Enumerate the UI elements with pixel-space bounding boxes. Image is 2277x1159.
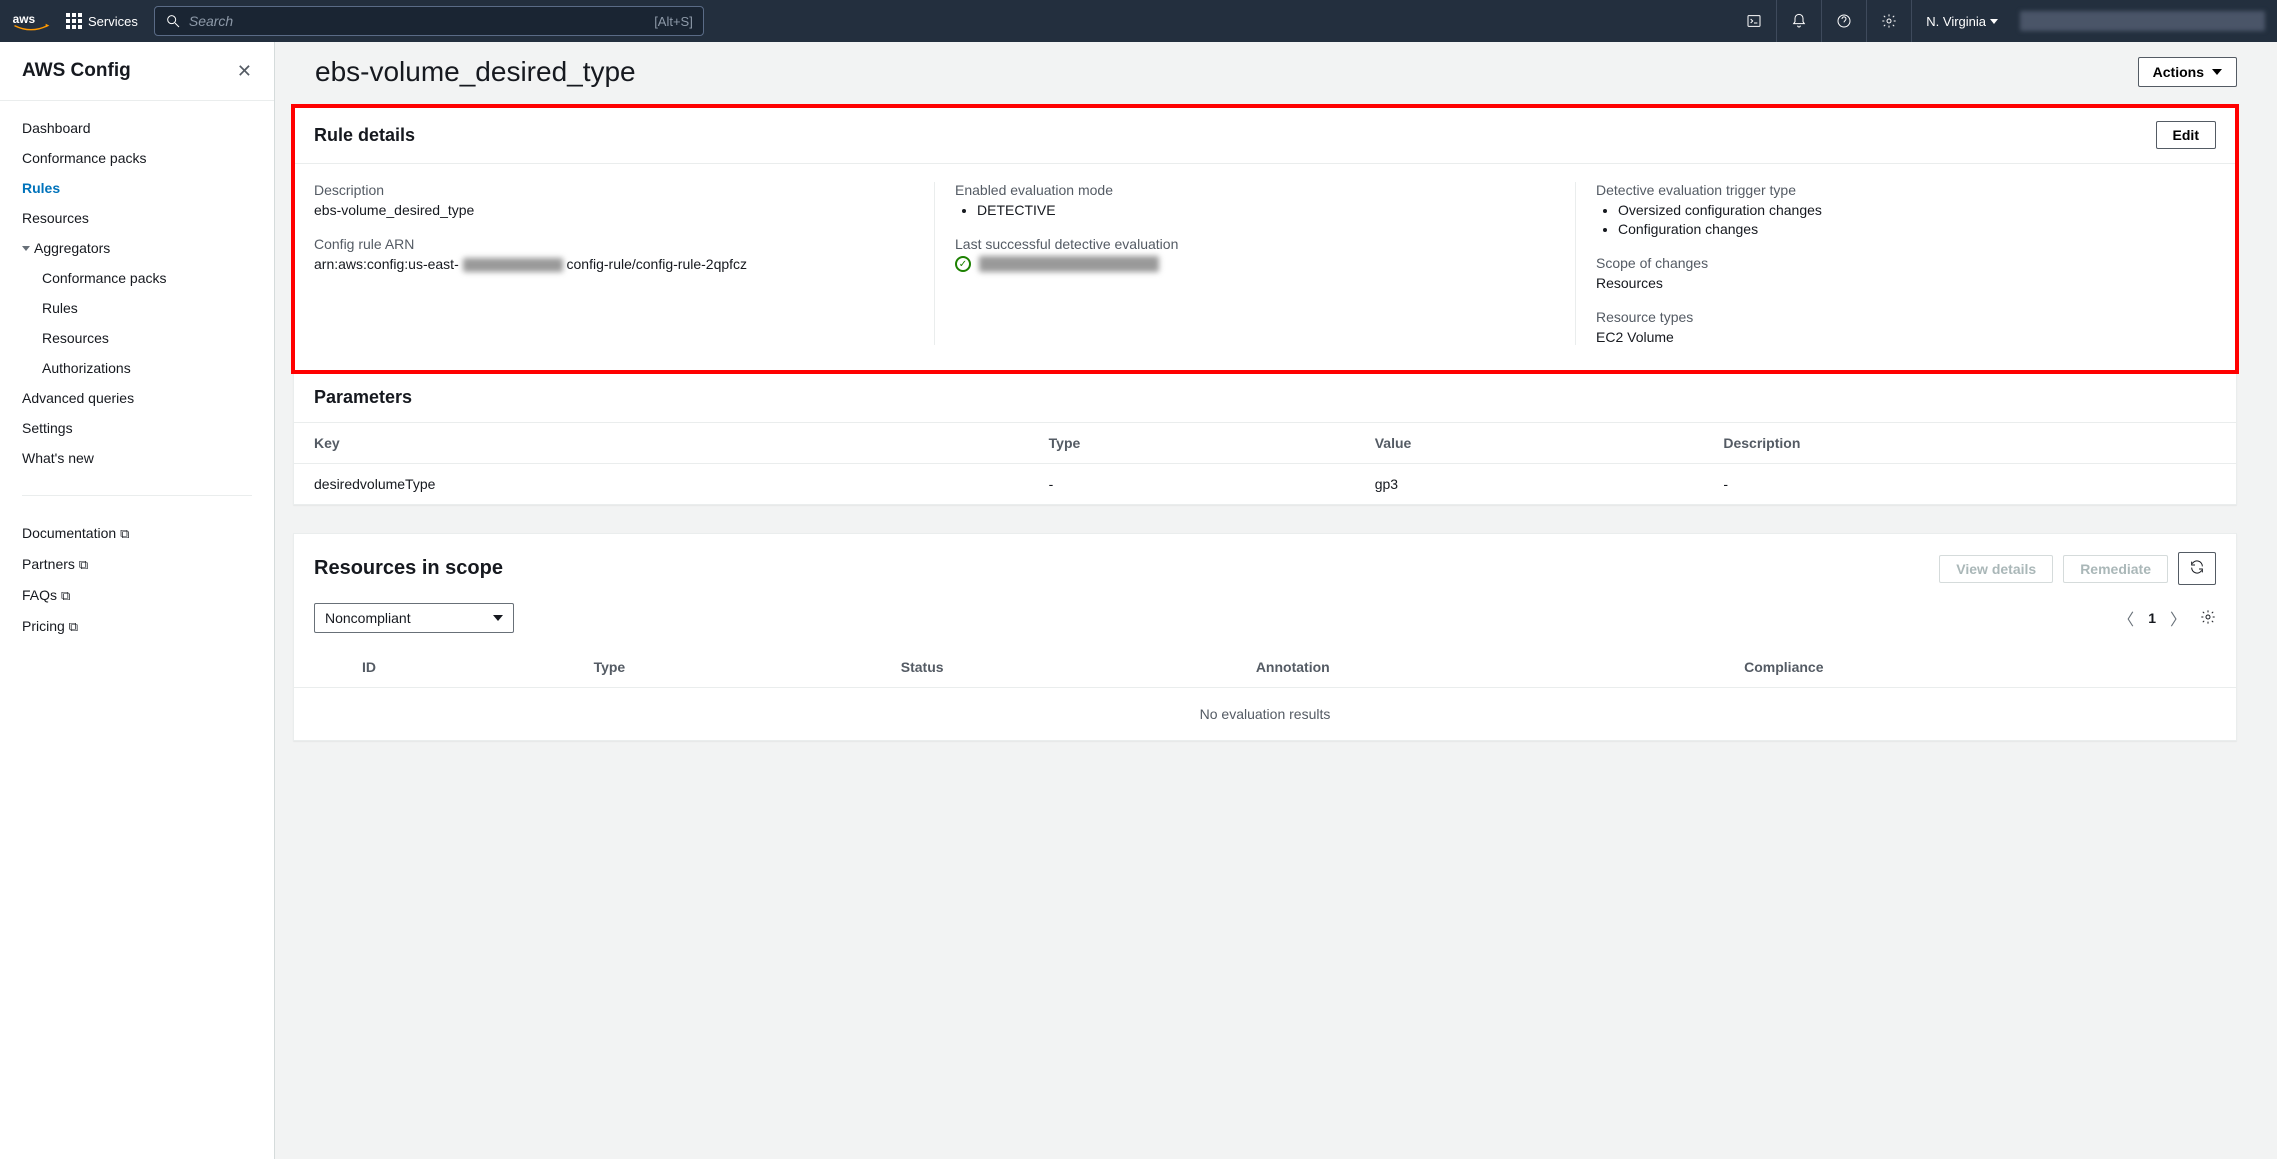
sidebar-item-agg-conformance-packs[interactable]: Conformance packs (0, 263, 274, 293)
rule-details-panel: Rule details Edit Description ebs-volume… (293, 106, 2237, 372)
sidebar-title: AWS Config (22, 60, 131, 82)
parameters-table: Key Type Value Description desiredvolume… (294, 423, 2236, 504)
cloudshell-icon (1746, 13, 1762, 29)
sidebar-item-rules[interactable]: Rules (0, 173, 274, 203)
col-value: Value (1355, 423, 1704, 464)
parameters-panel: Parameters Key Type Value Description de… (293, 372, 2237, 505)
eval-mode-value: DETECTIVE (955, 202, 1555, 218)
help-button[interactable] (1821, 0, 1866, 42)
arn-redacted (463, 258, 563, 272)
sidebar-item-conformance-packs[interactable]: Conformance packs (0, 143, 274, 173)
col-type: Type (1029, 423, 1355, 464)
grid-icon (66, 13, 82, 29)
aws-logo[interactable]: aws (12, 10, 50, 32)
rule-details-header: Rule details (314, 125, 415, 146)
settings-button[interactable] (1866, 0, 1911, 42)
description-value: ebs-volume_desired_type (314, 202, 914, 218)
resources-panel: Resources in scope View details Remediat… (293, 533, 2237, 741)
sidebar-item-resources[interactable]: Resources (0, 203, 274, 233)
arn-label: Config rule ARN (314, 236, 914, 252)
actions-button[interactable]: Actions (2138, 57, 2237, 87)
sidebar-item-authorizations[interactable]: Authorizations (0, 353, 274, 383)
page-number: 1 (2148, 610, 2156, 626)
restypes-label: Resource types (1596, 309, 2196, 325)
external-link-icon: ⧉ (61, 588, 70, 603)
edit-button[interactable]: Edit (2156, 121, 2216, 149)
sidebar-item-agg-resources[interactable]: Resources (0, 323, 274, 353)
caret-down-icon (493, 615, 503, 621)
top-nav: aws Services [Alt+S] N. Virginia (0, 0, 2277, 42)
next-page-button[interactable]: 〉 (2170, 606, 2186, 630)
col-compliance: Compliance (1724, 647, 2236, 688)
col-status: Status (881, 647, 1236, 688)
sidebar-item-agg-rules[interactable]: Rules (0, 293, 274, 323)
arn-value: arn:aws:config:us-east- config-rule/conf… (314, 256, 914, 272)
parameters-header: Parameters (314, 387, 412, 408)
col-annotation: Annotation (1236, 647, 1724, 688)
region-selector[interactable]: N. Virginia (1911, 0, 2012, 42)
description-label: Description (314, 182, 914, 198)
col-type: Type (574, 647, 881, 688)
sidebar-item-documentation[interactable]: Documentation⧉ (0, 518, 274, 549)
table-row: desiredvolumeType - gp3 - (294, 464, 2236, 505)
services-label: Services (88, 14, 138, 29)
sidebar-item-settings[interactable]: Settings (0, 413, 274, 443)
refresh-button[interactable] (2178, 552, 2216, 585)
scope-label: Scope of changes (1596, 255, 2196, 271)
sidebar-item-faqs[interactable]: FAQs⧉ (0, 580, 274, 611)
refresh-icon (2189, 559, 2205, 575)
external-link-icon: ⧉ (69, 619, 78, 634)
close-sidebar-button[interactable]: ✕ (237, 61, 252, 82)
gear-icon (2200, 609, 2216, 625)
sidebar-item-pricing[interactable]: Pricing⧉ (0, 611, 274, 642)
remediate-button[interactable]: Remediate (2063, 555, 2168, 583)
sidebar: AWS Config ✕ Dashboard Conformance packs… (0, 42, 275, 1159)
pagination: 〈 1 〉 (2118, 606, 2216, 630)
region-label: N. Virginia (1926, 14, 1986, 29)
col-id: ID (342, 647, 574, 688)
table-settings-button[interactable] (2200, 609, 2216, 628)
svg-text:aws: aws (13, 12, 36, 26)
search-icon (165, 13, 181, 29)
last-eval-redacted (979, 256, 1159, 272)
services-menu[interactable]: Services (58, 7, 146, 35)
eval-mode-label: Enabled evaluation mode (955, 182, 1555, 198)
sidebar-item-partners[interactable]: Partners⧉ (0, 549, 274, 580)
sidebar-item-whats-new[interactable]: What's new (0, 443, 274, 473)
search-shortcut: [Alt+S] (654, 14, 693, 29)
trigger-label: Detective evaluation trigger type (1596, 182, 2196, 198)
cloudshell-button[interactable] (1732, 0, 1776, 42)
bell-icon (1791, 13, 1807, 29)
external-link-icon: ⧉ (120, 526, 129, 541)
sidebar-item-aggregators[interactable]: Aggregators (0, 233, 274, 263)
main-content: ebs-volume_desired_type Actions Rule det… (275, 42, 2277, 1159)
col-description: Description (1703, 423, 2236, 464)
prev-page-button[interactable]: 〈 (2118, 606, 2134, 630)
gear-icon (1881, 13, 1897, 29)
resources-header: Resources in scope (314, 557, 503, 580)
search-box[interactable]: [Alt+S] (154, 6, 704, 36)
page-title: ebs-volume_desired_type (315, 56, 636, 88)
help-icon (1836, 13, 1852, 29)
sidebar-item-dashboard[interactable]: Dashboard (0, 113, 274, 143)
resources-table: ID Type Status Annotation Compliance No … (294, 647, 2236, 740)
col-key: Key (294, 423, 1029, 464)
account-menu[interactable] (2020, 11, 2265, 31)
empty-state: No evaluation results (294, 688, 2236, 741)
caret-down-icon (2212, 69, 2222, 75)
view-details-button[interactable]: View details (1939, 555, 2053, 583)
search-input[interactable] (189, 13, 646, 29)
restypes-value: EC2 Volume (1596, 329, 2196, 345)
external-link-icon: ⧉ (79, 557, 88, 572)
last-eval-label: Last successful detective evaluation (955, 236, 1555, 252)
last-eval-value: ✓ (955, 256, 1555, 272)
success-icon: ✓ (955, 256, 971, 272)
trigger-value: Oversized configuration changes Configur… (1596, 202, 2196, 237)
caret-down-icon (1990, 19, 1998, 24)
sidebar-item-advanced-queries[interactable]: Advanced queries (0, 383, 274, 413)
caret-down-icon (22, 246, 30, 251)
compliance-filter-select[interactable]: Noncompliant (314, 603, 514, 633)
notifications-button[interactable] (1776, 0, 1821, 42)
scope-value: Resources (1596, 275, 2196, 291)
